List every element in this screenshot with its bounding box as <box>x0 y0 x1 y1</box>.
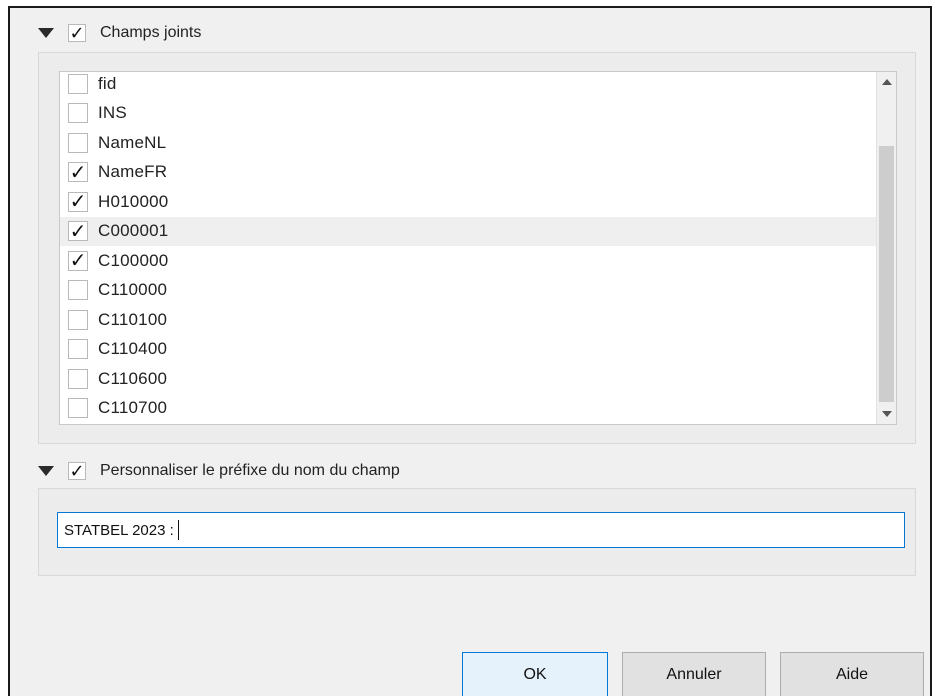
prefix-input[interactable]: STATBEL 2023 : <box>57 512 905 548</box>
field-checkbox[interactable]: ✓ <box>68 250 88 272</box>
checkmark-icon: ✓ <box>69 191 87 213</box>
list-item[interactable]: NameNL <box>60 128 878 157</box>
prefix-value: STATBEL 2023 : <box>64 521 174 539</box>
list-item[interactable]: ✓ C000001 <box>60 216 878 246</box>
field-checkbox[interactable] <box>68 73 88 94</box>
cancel-button[interactable]: Annuler <box>622 652 766 696</box>
list-item[interactable]: C110400 <box>60 335 878 364</box>
prefix-header[interactable]: ✓ Personnaliser le préfixe du nom du cha… <box>38 456 400 486</box>
field-label: C100000 <box>98 250 169 270</box>
list-scrollbar[interactable] <box>876 72 896 424</box>
field-checkbox[interactable]: ✓ <box>68 191 88 213</box>
triangle-down-icon[interactable] <box>38 466 54 476</box>
prefix-checkbox[interactable]: ✓ <box>68 460 86 481</box>
field-checkbox[interactable] <box>68 103 88 123</box>
list-item[interactable]: ✓ C100000 <box>60 246 878 275</box>
field-checkbox[interactable] <box>68 368 88 389</box>
list-item[interactable]: ✓ NameFR <box>60 158 878 187</box>
field-label: C000001 <box>98 221 169 240</box>
scroll-up-button[interactable] <box>877 72 896 92</box>
field-label: INS <box>98 103 127 122</box>
list-item[interactable]: C110000 <box>60 276 878 305</box>
field-label: C110000 <box>98 280 168 299</box>
arrow-down-icon <box>881 411 892 417</box>
list-item[interactable]: fid <box>60 72 878 98</box>
field-checkbox[interactable] <box>68 280 88 300</box>
joined-fields-checkbox[interactable]: ✓ <box>68 22 86 43</box>
field-checkbox[interactable] <box>68 398 88 418</box>
text-caret <box>177 520 179 540</box>
scroll-down-button[interactable] <box>877 404 896 424</box>
field-label: C110600 <box>98 368 168 388</box>
checkmark-icon: ✓ <box>69 161 87 184</box>
checkmark-icon: ✓ <box>69 22 85 43</box>
join-dialog: ✓ Champs joints fid INS NameNL ✓ NameFR ✓ H010… <box>8 6 932 696</box>
field-label: H010000 <box>98 191 169 211</box>
field-label: C110700 <box>98 398 168 417</box>
fields-list[interactable]: fid INS NameNL ✓ NameFR ✓ H010000 ✓ C000001 ✓ C100… <box>59 71 897 425</box>
checkmark-icon: ✓ <box>69 220 87 243</box>
list-item[interactable]: C110600 <box>60 364 878 393</box>
ok-button[interactable]: OK <box>462 652 608 696</box>
field-label: C110400 <box>98 339 168 358</box>
prefix-panel: STATBEL 2023 : <box>38 488 916 576</box>
field-checkbox[interactable]: ✓ <box>68 161 88 184</box>
list-item[interactable]: INS <box>60 99 878 128</box>
scrollbar-thumb[interactable] <box>879 146 894 402</box>
checkmark-icon: ✓ <box>69 250 87 272</box>
field-checkbox[interactable] <box>68 132 88 153</box>
field-checkbox[interactable] <box>68 309 88 330</box>
triangle-down-icon[interactable] <box>38 28 54 38</box>
list-item[interactable]: C110100 <box>60 305 878 334</box>
checkmark-icon: ✓ <box>69 460 85 481</box>
list-item[interactable]: C110700 <box>60 394 878 423</box>
joined-fields-title: Champs joints <box>100 24 202 41</box>
field-label: C110100 <box>98 309 168 329</box>
field-label: NameNL <box>98 132 167 152</box>
list-item[interactable]: ✓ H010000 <box>60 187 878 216</box>
prefix-title: Personnaliser le préfixe du nom du champ <box>100 462 400 479</box>
help-button[interactable]: Aide <box>780 652 924 696</box>
field-label: fid <box>98 73 117 93</box>
joined-fields-header[interactable]: ✓ Champs joints <box>38 18 201 48</box>
field-checkbox[interactable] <box>68 339 88 359</box>
joined-fields-panel: fid INS NameNL ✓ NameFR ✓ H010000 ✓ C000001 ✓ C100… <box>38 52 916 444</box>
field-label: NameFR <box>98 162 168 181</box>
arrow-up-icon <box>881 79 892 85</box>
field-checkbox[interactable]: ✓ <box>68 220 88 243</box>
